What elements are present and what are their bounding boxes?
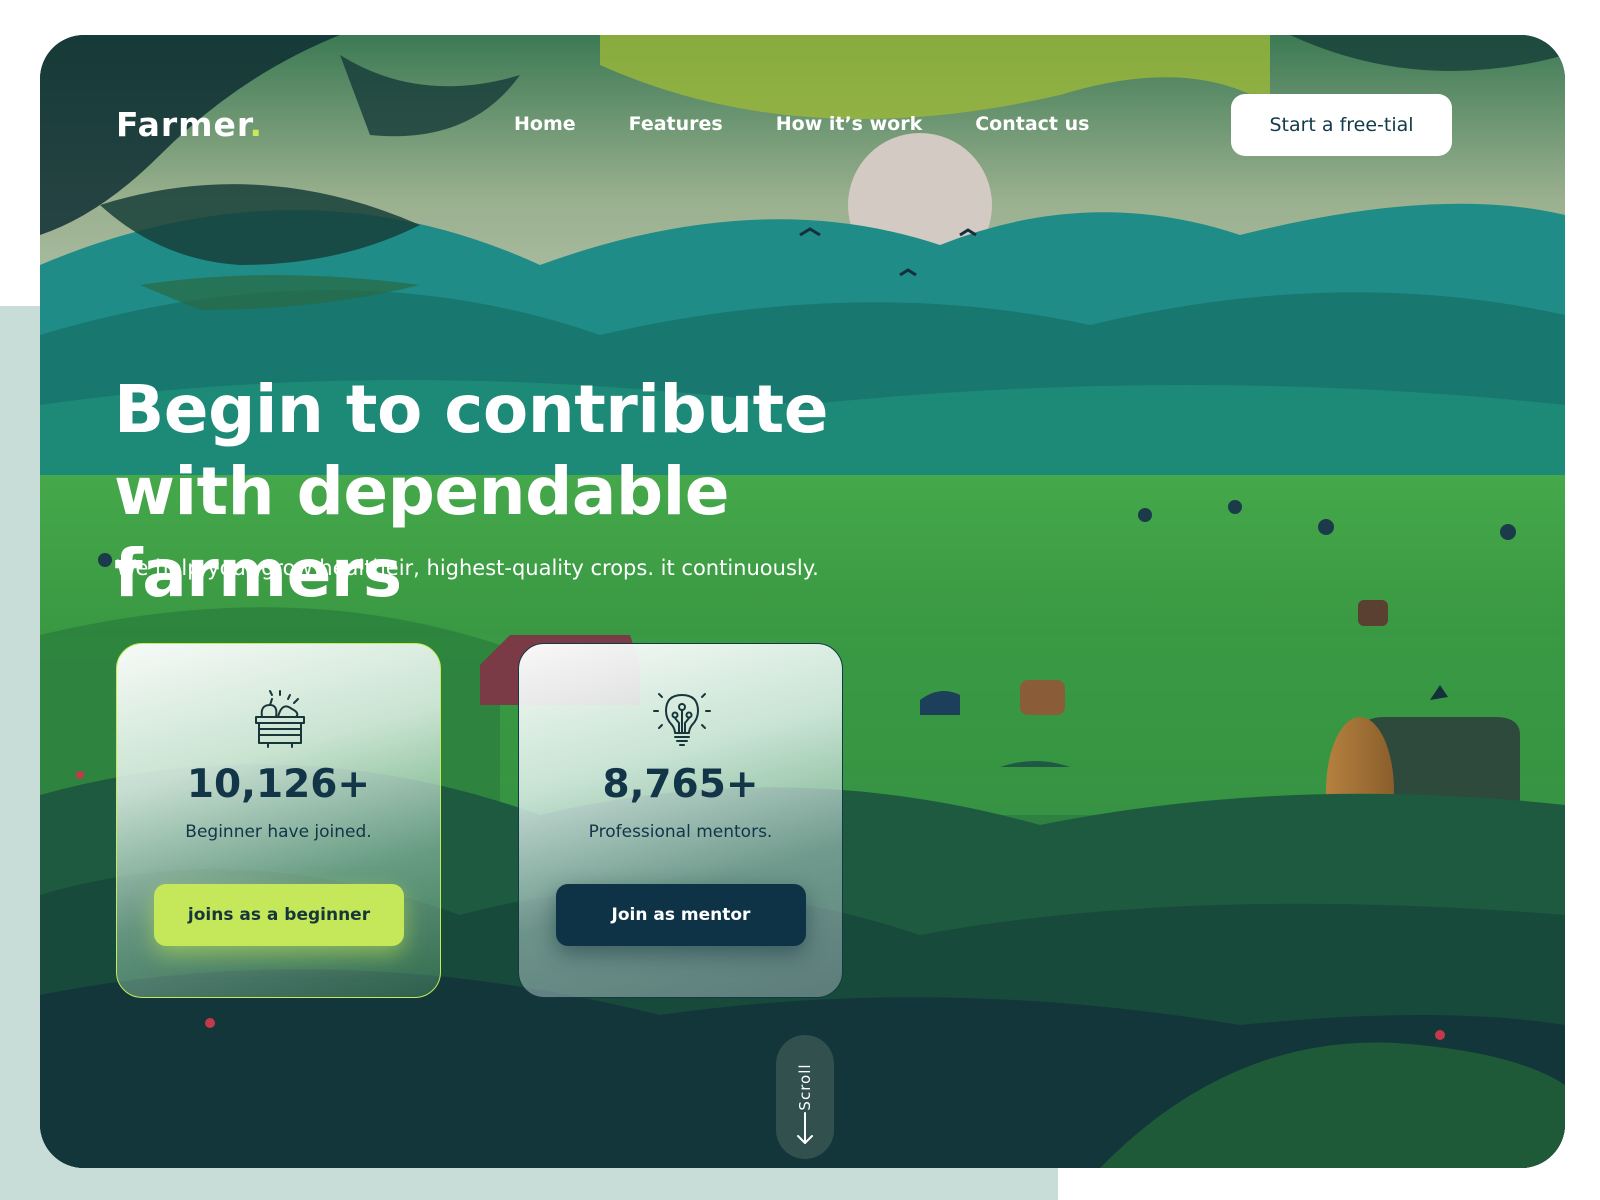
headline-line-1: Begin to contribute (114, 371, 829, 448)
hero-section: Farmer. Home Features How it’s work Cont… (40, 35, 1565, 1168)
lightbulb-icon (653, 693, 711, 746)
basket-icon (255, 690, 305, 748)
mentor-label: Professional mentors. (588, 822, 773, 842)
nav-item-contact-us[interactable]: Contact us (975, 113, 1089, 143)
scroll-indicator[interactable]: Scroll (776, 1035, 834, 1159)
join-as-beginner-button[interactable]: joins as a beginner (154, 884, 404, 946)
beginner-count: 10,126+ (186, 762, 371, 807)
beginner-card: 10,126+ Beginner have joined. joins as a… (116, 643, 441, 998)
mentor-card: 8,765+ Professional mentors. Join as men… (518, 643, 843, 998)
beginner-label: Beginner have joined. (185, 822, 372, 842)
hero-subheadline: We help your grow healtheir, highest-qua… (116, 556, 819, 580)
nav-item-features[interactable]: Features (629, 113, 723, 143)
brand-name: Farmer (116, 105, 250, 144)
brand-dot: . (249, 105, 264, 144)
brand-logo[interactable]: Farmer. (116, 105, 263, 144)
join-as-mentor-button[interactable]: Join as mentor (556, 884, 806, 946)
mentor-count: 8,765+ (602, 762, 759, 807)
headline-line-2: with dependable farmers (114, 453, 730, 612)
arrow-down-icon (797, 1112, 813, 1144)
nav-item-how-it-works[interactable]: How it’s work (776, 113, 922, 143)
main-nav: Home Features How it’s work Contact us (514, 113, 1142, 143)
nav-item-home[interactable]: Home (514, 113, 576, 143)
start-free-trial-button[interactable]: Start a free-tial (1231, 94, 1452, 156)
